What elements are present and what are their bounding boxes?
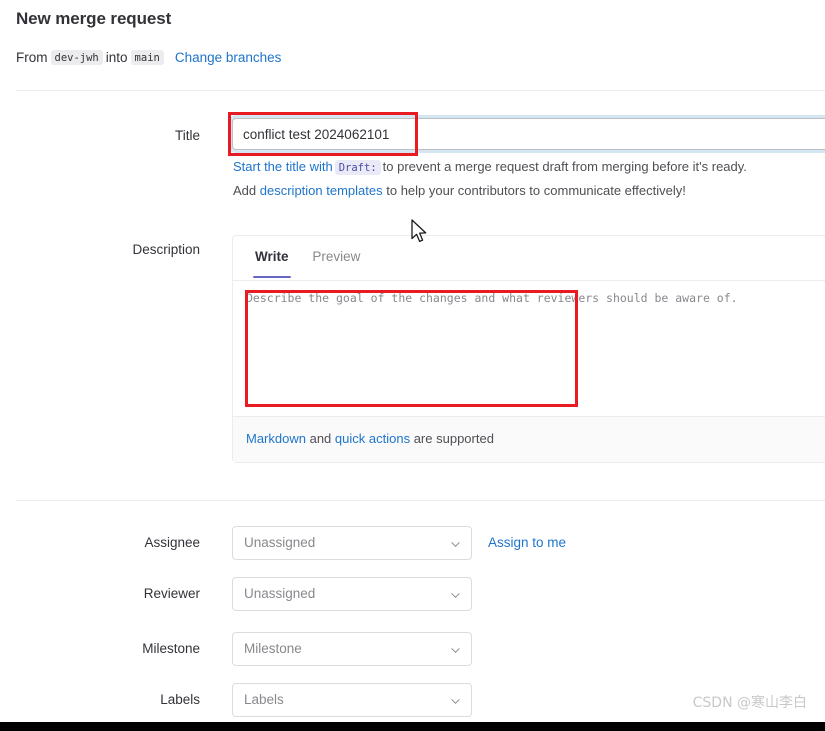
tab-preview[interactable]: Preview [302, 236, 370, 277]
source-branch-badge: dev-jwh [51, 50, 103, 65]
title-help-templates-rest: to help your contributors to communicate… [386, 183, 686, 198]
labels-value: Labels [244, 692, 284, 707]
title-input[interactable] [232, 118, 825, 150]
assignee-label: Assignee [10, 535, 200, 550]
title-help-draft: Start the title withDraft:to prevent a m… [233, 159, 747, 175]
description-field-label: Description [10, 242, 200, 257]
markdown-link[interactable]: Markdown [246, 431, 306, 446]
title-help-templates: Add description templates to help your c… [233, 183, 686, 198]
assignee-value: Unassigned [244, 535, 315, 550]
target-branch-badge: main [131, 50, 164, 65]
merge-request-form-page: New merge request Fromdev-jwhintomain Cha… [0, 0, 825, 731]
page-title: New merge request [16, 9, 171, 29]
reviewer-label: Reviewer [10, 586, 200, 601]
chevron-down-icon [451, 697, 460, 706]
start-title-with-link[interactable]: Start the title with [233, 159, 333, 174]
milestone-value: Milestone [244, 641, 302, 656]
milestone-label: Milestone [10, 641, 200, 656]
description-footer: Markdown and quick actions are supported [233, 416, 825, 462]
milestone-select[interactable]: Milestone [232, 632, 472, 666]
labels-label: Labels [10, 692, 200, 707]
into-label: into [106, 50, 128, 65]
reviewer-select[interactable]: Unassigned [232, 577, 472, 611]
assignee-select[interactable]: Unassigned [232, 526, 472, 560]
bottom-bar [0, 722, 825, 731]
change-branches-link[interactable]: Change branches [175, 50, 282, 65]
title-help-draft-rest: to prevent a merge request draft from me… [383, 159, 747, 174]
chevron-down-icon [451, 646, 460, 655]
watermark: CSDN @寒山李白 [693, 692, 807, 712]
reviewer-value: Unassigned [244, 586, 315, 601]
add-prefix: Add [233, 183, 256, 198]
description-tabbar: Write Preview [233, 236, 825, 281]
description-textarea[interactable] [246, 290, 825, 408]
labels-select[interactable]: Labels [232, 683, 472, 717]
section-divider [16, 500, 825, 501]
assign-to-me-link[interactable]: Assign to me [488, 535, 566, 550]
description-panel: Write Preview Markdown and quick actions… [232, 235, 825, 463]
title-field-label: Title [10, 128, 200, 143]
header-divider [16, 90, 825, 91]
chevron-down-icon [451, 540, 460, 549]
draft-code-badge: Draft: [335, 160, 381, 175]
footer-suffix: are supported [414, 431, 494, 446]
footer-mid: and [310, 431, 332, 446]
tab-write[interactable]: Write [245, 236, 299, 277]
chevron-down-icon [451, 591, 460, 600]
quick-actions-link[interactable]: quick actions [335, 431, 410, 446]
from-label: From [16, 50, 48, 65]
branch-summary: Fromdev-jwhintomain Change branches [16, 49, 281, 65]
description-templates-link[interactable]: description templates [260, 183, 383, 198]
